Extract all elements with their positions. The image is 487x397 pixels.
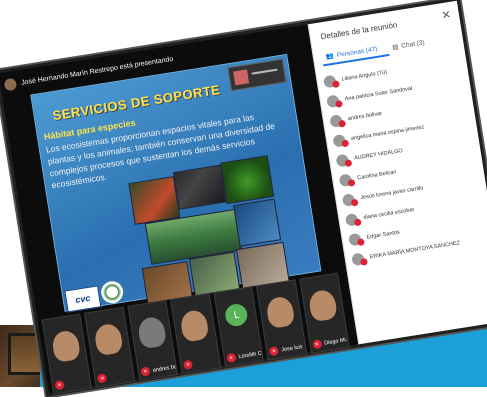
avatar	[323, 74, 340, 89]
tab-people-label: Personas (47)	[336, 45, 378, 59]
person-name: diana cecilia escobar	[363, 206, 415, 221]
mic-off-icon	[356, 238, 365, 247]
slide-title: SERVICIOS DE SOPORTE	[51, 81, 222, 124]
toucan-photo	[173, 164, 227, 210]
participant-avatar-letter: L	[224, 302, 250, 328]
frog-photo	[220, 155, 275, 205]
tab-people[interactable]: 👥 Personas (47)	[320, 40, 390, 67]
cvc-logo: cvc	[64, 285, 102, 313]
mic-off-icon: ✕	[183, 359, 194, 370]
participant-name: andres bolivar	[152, 362, 179, 374]
avatar	[326, 94, 343, 109]
participant-video	[179, 308, 210, 343]
person-name: Edgar Santos	[366, 229, 401, 241]
participant-tile[interactable]: ✕	[84, 306, 136, 388]
participant-tile[interactable]: ✕ Diego Mi...	[298, 272, 350, 354]
mic-off-icon: ✕	[311, 339, 323, 350]
participant-video	[50, 329, 81, 363]
participant-video	[307, 288, 339, 323]
mic-off-icon: ✕	[97, 373, 108, 384]
mic-off-icon	[334, 99, 343, 108]
participant-video	[93, 322, 124, 357]
participant-video	[136, 315, 167, 350]
mic-off-icon: ✕	[268, 345, 280, 357]
presenter-thumbnail	[227, 58, 287, 92]
people-list: Liliana Angulo (Tú) Ana patricia Suter S…	[322, 51, 487, 270]
people-icon: 👥	[325, 52, 335, 61]
mic-off-icon	[338, 119, 347, 128]
mic-off-icon	[360, 257, 369, 266]
mic-off-icon	[347, 178, 356, 187]
bird-photo	[128, 176, 181, 225]
avatar	[344, 212, 362, 227]
person-name: Carolina Beltran	[356, 169, 397, 182]
avatar	[351, 252, 369, 267]
avatar	[348, 232, 365, 247]
mic-off-icon: ✕	[140, 366, 151, 377]
seal-logo	[99, 279, 125, 305]
mic-off-icon	[331, 80, 340, 89]
close-icon[interactable]: ✕	[441, 8, 452, 22]
panel-title: Detalles de la reunión	[320, 20, 398, 42]
tab-chat[interactable]: ▤ Chat (3)	[387, 30, 456, 56]
avatar	[332, 133, 350, 148]
mic-off-icon	[350, 198, 359, 207]
tab-chat-label: Chat (3)	[400, 38, 426, 50]
participant-video	[264, 295, 296, 330]
water-photo	[233, 198, 282, 247]
participant-tile[interactable]: ✕ andres bolivar	[127, 299, 179, 382]
participant-name: Diego Mi...	[323, 336, 350, 347]
mic-off-icon	[344, 159, 353, 168]
participant-tile[interactable]: ✕ Jose luis	[256, 279, 307, 361]
mic-off-icon	[341, 139, 350, 148]
avatar	[341, 193, 359, 207]
presenter-avatar	[3, 77, 18, 92]
person-name: Liliana Angulo (Tú)	[341, 69, 388, 83]
mic-off-icon: ✕	[225, 352, 237, 364]
participant-name: Lorelith Cárdenas	[238, 347, 264, 361]
person-name: andres bolivar	[347, 110, 383, 123]
participant-tile[interactable]: ✕	[170, 293, 222, 375]
avatar	[335, 153, 353, 168]
shared-slide: SERVICIOS DE SOPORTE Hábitat para especi…	[30, 53, 322, 313]
participant-tile[interactable]: L ✕ Lorelith Cárdenas	[213, 286, 264, 368]
meeting-window: José Hernando Marín Restrepo está presen…	[0, 0, 487, 397]
avatar	[338, 173, 356, 188]
laptop-screen: José Hernando Marín Restrepo está presen…	[0, 0, 487, 397]
chat-icon: ▤	[391, 43, 400, 52]
mic-off-icon: ✕	[54, 379, 65, 391]
participant-tile[interactable]: ✕	[41, 313, 93, 395]
participant-name: Jose luis	[280, 344, 304, 354]
mic-off-icon	[353, 218, 362, 227]
avatar	[329, 114, 347, 128]
person-name: AUDREY HIDALGO	[353, 148, 404, 162]
